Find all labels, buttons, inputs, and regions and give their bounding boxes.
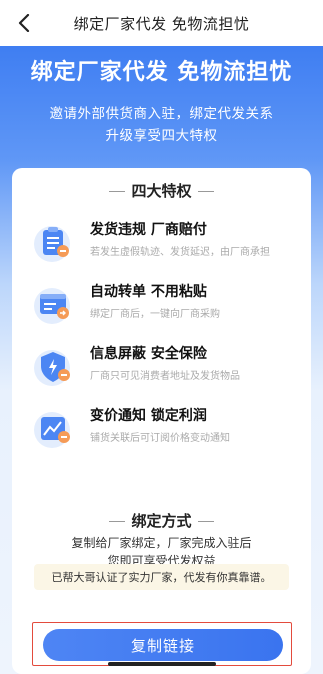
window-transfer-icon [32, 282, 76, 326]
privilege-desc: 若发生虚假轨迹、发货延迟，由厂商承担 [90, 247, 270, 258]
hero-headline: 绑定厂家代发 免物流担忧 [30, 60, 293, 85]
privilege-item: 自动转单 不用粘贴 绑定厂商后，一键向厂商采购 [32, 278, 302, 328]
bind-desc-line1: 复制给厂家绑定，厂家完成入驻后 [71, 536, 252, 550]
privilege-title: 变价通知 锁定利润 [90, 408, 207, 424]
bind-title-text: 绑定方式 [131, 512, 192, 530]
title-dash-left [109, 521, 126, 522]
privilege-item: 变价通知 锁定利润 铺货关联后可订阅价格变动通知 [32, 402, 302, 452]
privilege-desc: 绑定厂商后，一键向厂商采购 [90, 309, 220, 320]
bind-title: 绑定方式 [12, 510, 311, 531]
privilege-title: 自动转单 不用粘贴 [90, 284, 207, 300]
hero-subtitle-line2: 升级享受四大特权 [105, 128, 218, 144]
home-indicator [108, 662, 216, 666]
nav-bar: 绑定厂家代发 免物流担忧 [0, 0, 323, 46]
hero-subtitle-line1: 邀请外部供货商入驻，绑定代发关系 [49, 106, 274, 122]
privilege-desc: 厂商只可见消费者地址及发货物品 [90, 371, 240, 382]
privilege-title: 发货违规 厂商赔付 [90, 222, 207, 238]
price-chart-icon [32, 406, 76, 450]
privilege-desc: 铺货关联后可订阅价格变动通知 [90, 433, 230, 444]
clipboard-icon [32, 220, 76, 264]
title-dash-right [197, 191, 214, 192]
back-icon[interactable] [14, 12, 34, 34]
title-dash-right [197, 521, 214, 522]
privilege-item: 信息屏蔽 安全保险 厂商只可见消费者地址及发货物品 [32, 340, 302, 390]
title-dash-left [109, 191, 126, 192]
shield-icon [32, 344, 76, 388]
privileges-title: 四大特权 [12, 180, 311, 201]
copy-button-highlight: 复制链接 [32, 622, 292, 666]
privilege-title: 信息屏蔽 安全保险 [90, 346, 207, 362]
privileges-title-text: 四大特权 [131, 182, 192, 200]
notice-banner: 已帮大哥认证了实力厂家，代发有你真靠谱。 [34, 564, 289, 590]
privileges-card: 四大特权 发货违规 厂商赔付 若发生虚假轨迹、发货延迟，由厂商承担 自动转单 不… [12, 168, 311, 516]
copy-link-button[interactable]: 复制链接 [43, 629, 283, 661]
privilege-item: 发货违规 厂商赔付 若发生虚假轨迹、发货延迟，由厂商承担 [32, 216, 302, 266]
nav-title: 绑定厂家代发 免物流担忧 [73, 14, 250, 33]
